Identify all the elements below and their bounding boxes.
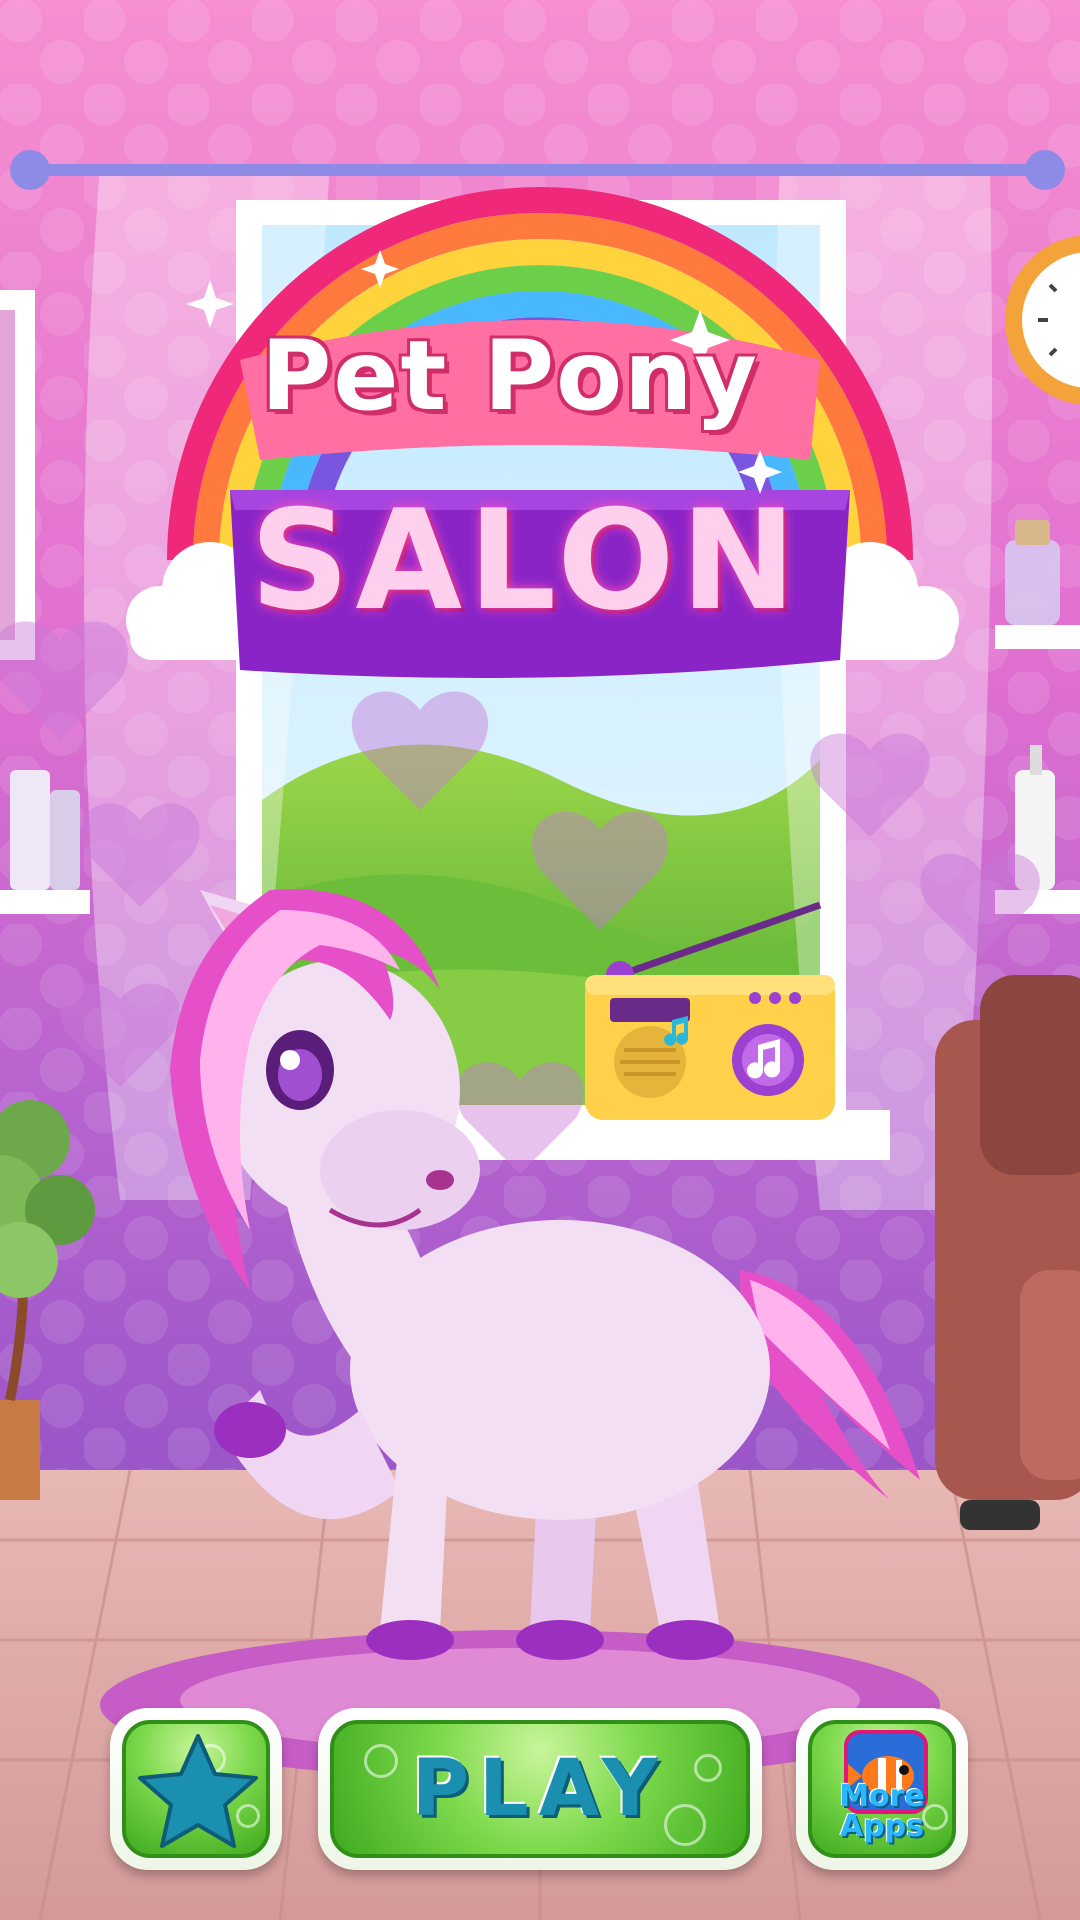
- star-icon: [138, 1734, 258, 1848]
- play-label: PLAY: [411, 1744, 669, 1834]
- more-apps-label: More Apps: [839, 1779, 925, 1844]
- pony-character: [170, 889, 920, 1660]
- play-button[interactable]: PLAY: [318, 1708, 762, 1870]
- rate-button[interactable]: [110, 1708, 282, 1870]
- game-title-line2: SALON: [250, 480, 803, 641]
- more-apps-button[interactable]: More Apps: [796, 1708, 968, 1870]
- game-title-line1: Pet Pony: [260, 320, 759, 432]
- rainbow-logo-art: [126, 187, 959, 678]
- title-screen: Pet Pony SALON PLAY More Apps: [0, 0, 1080, 1920]
